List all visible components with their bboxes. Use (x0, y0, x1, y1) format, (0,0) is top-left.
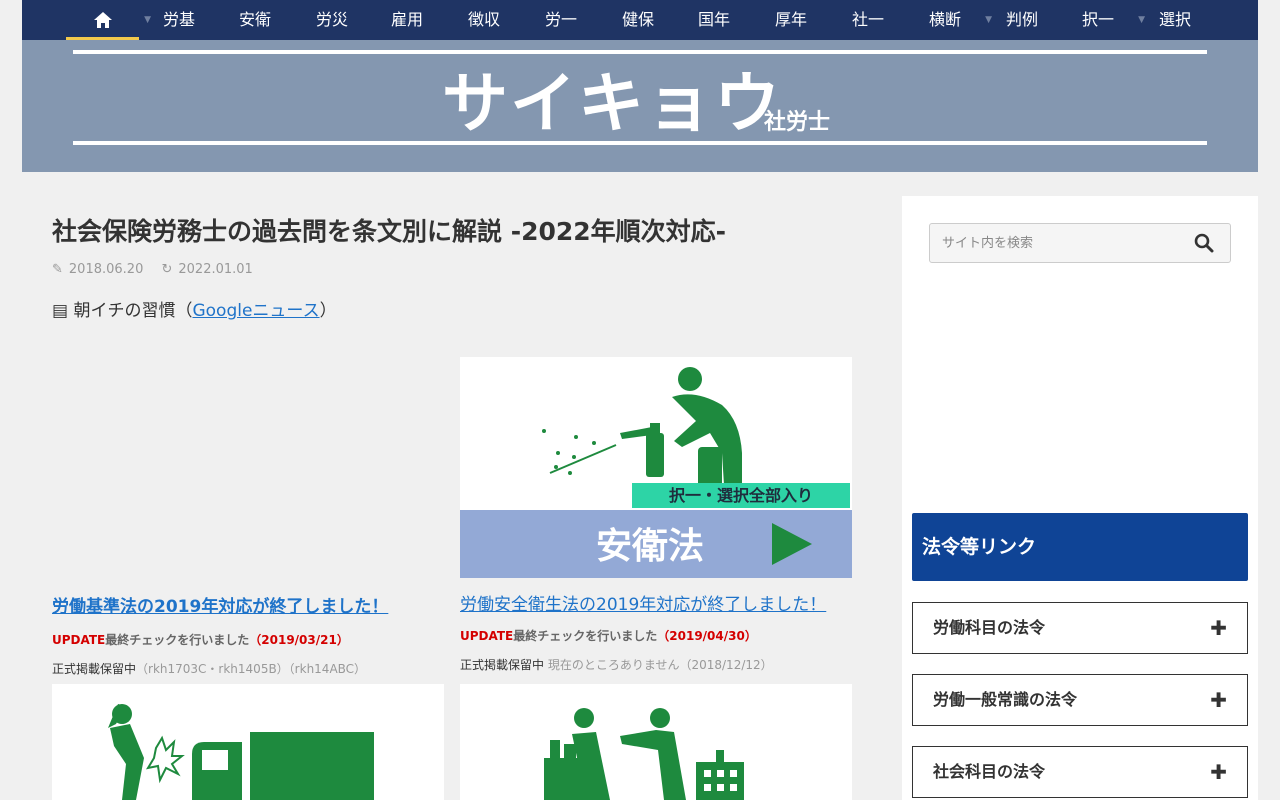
accordion-social-laws[interactable]: 社会科目の法令 ✚ (912, 746, 1248, 798)
nav-item-rosai[interactable]: 労災 (297, 0, 367, 40)
nav-item-label: 択一 (1081, 10, 1114, 29)
update-date: （2019/03/21） (249, 633, 349, 647)
plus-icon: ✚ (1210, 616, 1227, 640)
post-thumbnail[interactable] (52, 357, 444, 578)
nav-item-label: 厚年 (774, 10, 807, 29)
nav-item-kokunen[interactable]: 国年 (679, 0, 749, 40)
nav-item-label: 徴収 (467, 10, 500, 29)
nav-item-shaichi[interactable]: 社一 (833, 0, 903, 40)
hold-note: 正式掲載保留中 現在のところありません（2018/12/12） (460, 656, 852, 673)
thumbnail-banner: 択一・選択全部入り (668, 486, 813, 505)
nav-item-choshu[interactable]: 徴収 (449, 0, 519, 40)
nav-item-hanrei[interactable]: 判例 (987, 0, 1057, 40)
page-title: 社会保険労務士の過去問を条文別に解説 -2022年順次対応- (52, 217, 727, 246)
published-date: 2018.06.20 (68, 262, 144, 277)
post-thumbnail[interactable] (52, 684, 444, 800)
truck-accident-illustration (108, 704, 374, 800)
nav-item-kounen[interactable]: 厚年 (756, 0, 826, 40)
nav-item-label: 健保 (621, 10, 654, 29)
update-label: UPDATE (52, 633, 106, 647)
home-icon (93, 12, 112, 28)
worker-illustration (544, 708, 744, 800)
intro-text: 朝イチの習慣（ (73, 301, 193, 321)
nav-item-kenpo[interactable]: 健保 (603, 0, 673, 40)
hold-text: （rkh1703C・rkh1405B）（rkh14ABC） (136, 662, 367, 676)
site-logo-sub: 社労士 (764, 109, 831, 135)
update-note: UPDATE最終チェックを行いました（2019/04/30） (460, 627, 852, 644)
post-meta: ✎ 2018.06.20 ↻ 2022.01.01 (52, 262, 259, 277)
nav-item-roichi[interactable]: 労一 (526, 0, 596, 40)
pencil-icon: ✎ (52, 262, 63, 277)
nav-item-sentaku[interactable]: 選択 (1140, 0, 1210, 40)
refresh-icon: ↻ (161, 262, 173, 277)
global-nav: ▼ 労基 安衛 労災 雇用 徴収 労一 健保 国年 厚年 社一 横断 ▼ 判例 択… (22, 0, 1258, 40)
update-text: 最終チェックを行いました (513, 629, 658, 643)
update-label: UPDATE (460, 629, 514, 643)
nav-item-anei[interactable]: 安衛 (220, 0, 290, 40)
nav-item-label: 労災 (315, 10, 348, 29)
nav-home[interactable]: ▼ (66, 0, 151, 40)
plus-icon: ✚ (1210, 760, 1227, 784)
post-card: 労働基準法の2019年対応が終了しました！ UPDATE最終チェックを行いました… (52, 357, 444, 677)
updated-date: 2022.01.01 (178, 262, 253, 277)
update-text: 最終チェックを行いました (105, 633, 250, 647)
site-logo[interactable]: サイキョウ (442, 68, 782, 140)
nav-item-label: 選択 (1158, 10, 1191, 29)
header-divider (73, 141, 1207, 145)
thumbnail-title: 安衛法 (596, 525, 705, 567)
post-link[interactable]: 労働基準法の2019年対応が終了しました！ (52, 592, 444, 617)
post-thumbnail[interactable] (460, 684, 852, 800)
search-box (929, 223, 1231, 263)
nav-item-label: 労基 (162, 10, 195, 29)
accordion-labor-general-laws[interactable]: 労働一般常識の法令 ✚ (912, 674, 1248, 726)
nav-item-odan[interactable]: 横断 ▼ (910, 0, 992, 40)
intro-text: ） (319, 301, 337, 321)
nav-item-koyo[interactable]: 雇用 (372, 0, 442, 40)
nav-item-label: 社一 (851, 10, 884, 29)
nav-item-label: 安衛 (238, 10, 271, 29)
hold-label: 正式掲載保留中 (52, 662, 137, 676)
post-thumbnail[interactable]: 択一・選択全部入り 安衛法 (460, 357, 852, 578)
accordion-labor-laws[interactable]: 労働科目の法令 ✚ (912, 602, 1248, 654)
update-date: （2019/04/30） (657, 629, 757, 643)
accordion-label: 労働科目の法令 (933, 618, 1046, 637)
nav-item-label: 横断 (928, 10, 961, 29)
intro-line: ▤ 朝イチの習慣（Googleニュース） (52, 296, 337, 321)
nav-item-label: 雇用 (390, 10, 423, 29)
newspaper-icon: ▤ (52, 301, 69, 321)
sidebar: 法令等リンク 労働科目の法令 ✚ 労働一般常識の法令 ✚ 社会科目の法令 ✚ (902, 196, 1258, 800)
links-heading: 法令等リンク (912, 513, 1248, 581)
header-divider (73, 50, 1207, 54)
google-news-link[interactable]: Googleニュース (192, 301, 319, 321)
nav-item-label: 判例 (1005, 10, 1038, 29)
hold-note: 正式掲載保留中（rkh1703C・rkh1405B）（rkh14ABC） (52, 660, 444, 677)
hold-label: 正式掲載保留中 (460, 658, 545, 672)
search-icon[interactable] (1194, 233, 1214, 253)
nav-item-roki[interactable]: 労基 (144, 0, 214, 40)
nav-item-label: 国年 (697, 10, 730, 29)
nav-item-takuitsu[interactable]: 択一 ▼ (1063, 0, 1145, 40)
site-header: サイキョウ 社労士 (22, 40, 1258, 172)
accordion-label: 社会科目の法令 (933, 762, 1046, 781)
accordion-label: 労働一般常識の法令 (933, 690, 1078, 709)
hold-text: 現在のところありません（2018/12/12） (544, 658, 773, 672)
post-link[interactable]: 労働安全衛生法の2019年対応が終了しました！ (460, 590, 852, 615)
update-note: UPDATE最終チェックを行いました（2019/03/21） (52, 631, 444, 648)
nav-item-label: 労一 (544, 10, 577, 29)
search-input[interactable] (930, 224, 1190, 262)
post-card: 択一・選択全部入り 安衛法 労働安全衛生法の2019年対応が終了しました！ UP… (460, 357, 852, 673)
plus-icon: ✚ (1210, 688, 1227, 712)
